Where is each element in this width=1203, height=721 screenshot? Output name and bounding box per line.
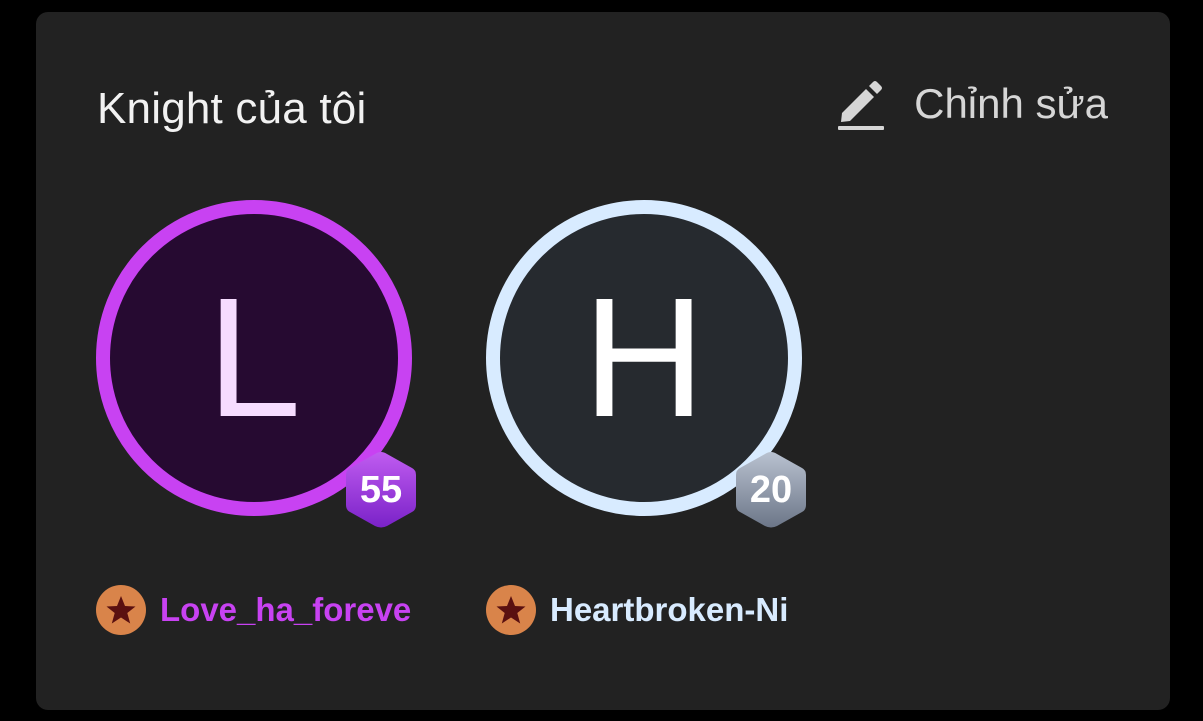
- avatar-initial: L: [206, 263, 302, 453]
- knight-name: Love_ha_foreve: [160, 591, 412, 628]
- knight-name-row[interactable]: Heartbroken-Ni: [486, 585, 818, 635]
- star-icon: [96, 585, 146, 635]
- knight-name: Heartbroken-Ni: [550, 591, 789, 628]
- my-knights-card: Knight của tôi Chỉnh sửa L 55 Love_ha_fo…: [36, 12, 1170, 710]
- edit-button[interactable]: Chỉnh sửa: [836, 74, 1108, 134]
- pencil-icon: [838, 81, 885, 130]
- edit-label: Chỉnh sửa: [914, 80, 1108, 127]
- level-number: 55: [359, 468, 403, 511]
- avatar-initial: H: [582, 263, 706, 453]
- level-number: 20: [749, 468, 793, 511]
- level-badge: 55: [340, 449, 422, 531]
- section-title: Knight của tôi: [97, 84, 367, 133]
- star-icon: [486, 585, 536, 635]
- level-badge: 20: [730, 449, 812, 531]
- knight-name-row[interactable]: Love_ha_foreve: [96, 585, 428, 635]
